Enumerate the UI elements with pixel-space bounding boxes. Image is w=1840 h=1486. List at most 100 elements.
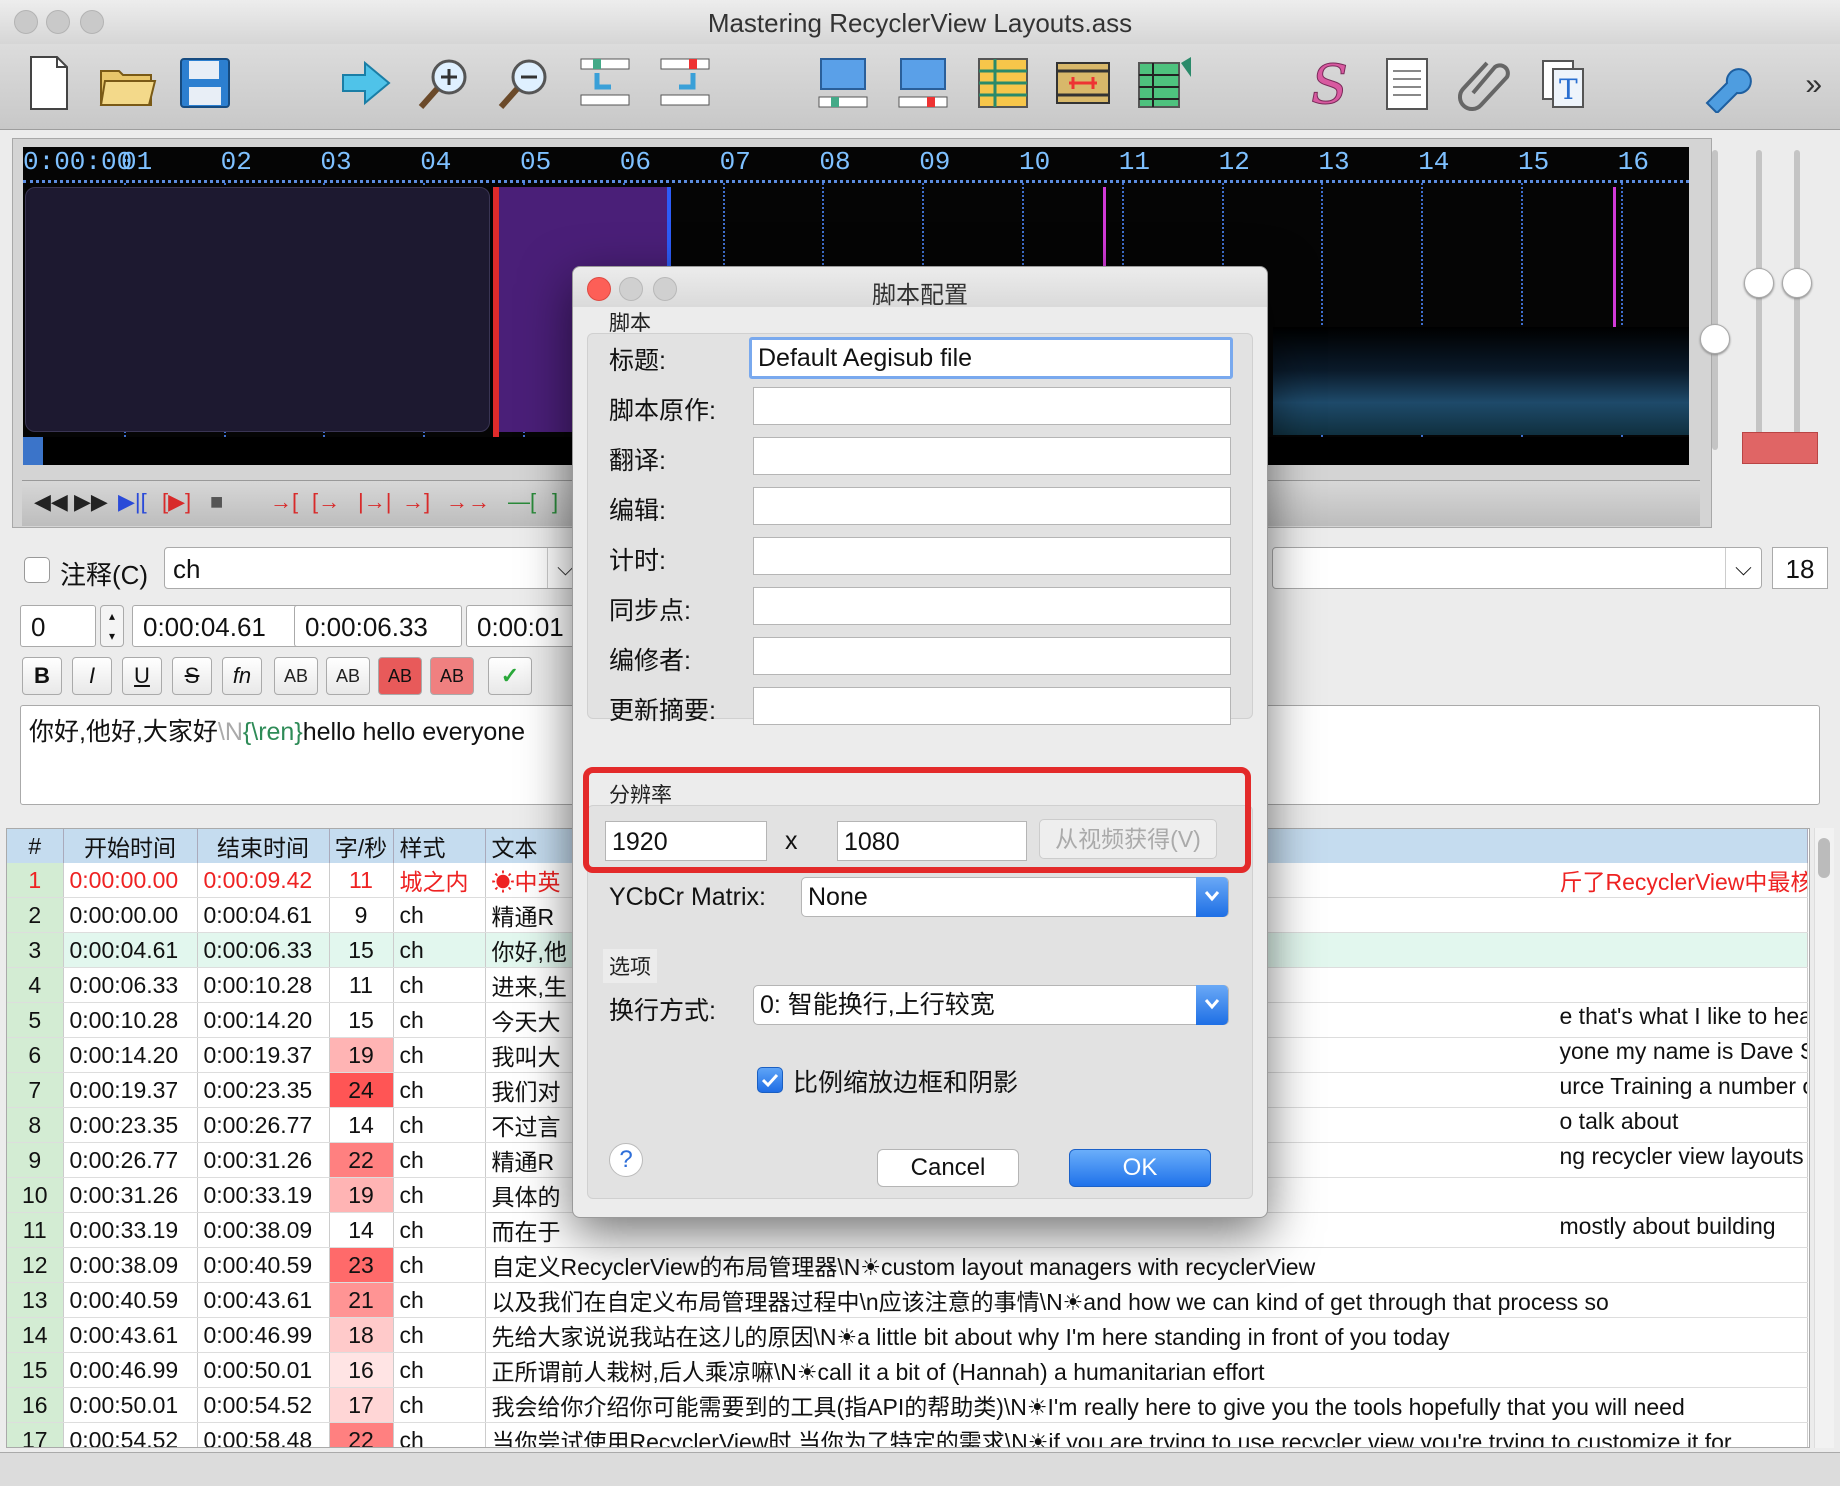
timeline-ruler: 0:00:00 01 02 03 04 05 06 07 08 09 10 11 12 13 14 15 16 [23,147,1689,183]
ycbcr-select[interactable]: None [801,877,1229,917]
play-prev-icon[interactable]: ◀◀ [34,489,68,515]
automation-icon[interactable] [1696,52,1758,114]
col-header-style[interactable]: 样式 [393,829,486,863]
timeline-tick-label: 05 [520,147,552,177]
table-row[interactable]: 16 0:00:50.01 0:00:54.52 17 ch 我会给你介绍你可能需要到的工… [7,1387,1808,1423]
table-row[interactable]: 17 0:00:54.52 0:00:58.48 22 ch 当你尝试使用Recycler… [7,1422,1808,1447]
primary-color-button[interactable]: AB [274,657,318,695]
strikeout-button[interactable]: S [172,657,212,695]
zoom-slider-track[interactable] [1712,150,1718,450]
toolbar-overflow-button[interactable]: » [1805,68,1822,102]
secondary-color-button[interactable]: AB [326,657,370,695]
timing-input[interactable] [753,537,1231,575]
col-header-number[interactable]: # [7,829,64,863]
audio-scroll-thumb[interactable] [23,437,43,465]
play-current-line-icon[interactable]: [▶] [162,489,191,515]
new-file-icon[interactable] [18,52,80,114]
vzoom-slider-knob[interactable] [1782,268,1812,298]
attachments-icon[interactable] [1456,52,1518,114]
play-before-end-icon[interactable]: |→| [358,489,391,515]
row-style: ch [393,1212,486,1248]
lead-in-icon[interactable]: —[ [508,489,536,515]
play-before-icon[interactable]: →[ [270,489,298,515]
comment-checkbox[interactable] [24,557,50,583]
jump-arrow-icon[interactable] [334,52,396,114]
style-value: ch [173,554,201,584]
timeline-tick-label: 10 [1019,147,1051,177]
updated-by-input[interactable] [753,637,1231,675]
editing-input[interactable] [753,487,1231,525]
wrap-style-select[interactable]: 0: 智能换行,上行较宽 [753,985,1229,1025]
open-folder-icon[interactable] [96,52,158,114]
actor-select[interactable]: ⌵ [1272,547,1762,589]
table-row[interactable]: 12 0:00:38.09 0:00:40.59 23 ch 自定义RecyclerVie… [7,1247,1808,1283]
ok-button[interactable]: OK [1069,1149,1211,1187]
play-next-icon[interactable]: ▶▶ [74,489,108,515]
col-header-cps[interactable]: 字/秒 [329,829,394,863]
cancel-button[interactable]: Cancel [877,1149,1019,1187]
audio-grid-icon[interactable] [1132,52,1194,114]
row-cps: 14 [329,1107,394,1143]
col-header-end[interactable]: 结束时间 [197,829,330,863]
volume-slider-track[interactable] [1756,150,1762,450]
start-time-field[interactable]: 0:00:04.61 [132,605,300,647]
translation-input[interactable] [753,437,1231,475]
properties-icon[interactable] [1376,52,1438,114]
video-to-sub-icon[interactable] [812,52,874,114]
stop-icon[interactable]: ■ [210,489,223,515]
jump-to-start-icon[interactable] [574,52,636,114]
update-details-input[interactable] [753,687,1231,725]
underline-button[interactable]: U [122,657,162,695]
layer-field[interactable]: 0 [20,605,96,647]
zoom-in-icon[interactable] [414,52,476,114]
shadow-color-button[interactable]: AB [430,657,474,695]
layer-stepper[interactable]: ▴ ▾ [100,605,124,647]
table-row[interactable]: 13 0:00:40.59 0:00:43.61 21 ch 以及我们在自定义布局管理器过… [7,1282,1808,1318]
commit-check-icon[interactable]: ✓ [488,657,532,695]
link-volume-button[interactable] [1742,432,1818,464]
sync-point-input[interactable] [753,587,1231,625]
margin-field[interactable]: 18 [1772,547,1828,589]
style-select[interactable]: ch ⌵ [164,547,584,589]
col-header-start[interactable]: 开始时间 [63,829,198,863]
sub-to-video-icon[interactable] [892,52,954,114]
help-button[interactable]: ? [609,1143,643,1177]
play-after-start-icon[interactable]: [→ [312,489,340,515]
row-cps: 16 [329,1352,394,1388]
jump-to-end-icon[interactable] [654,52,716,114]
row-text-left: 今天大 [491,1009,561,1035]
grid-scroll-thumb[interactable] [1818,838,1830,878]
outline-color-button[interactable]: AB [378,657,422,695]
from-video-button: 从视频获得(V) [1039,819,1217,859]
table-row[interactable]: 15 0:00:46.99 0:00:50.01 16 ch 正所谓前人栽树,后人乘凉嘛\… [7,1352,1808,1388]
lead-out-icon[interactable]: ] [552,489,558,515]
audio-sliders [1700,150,1830,480]
play-after-icon[interactable]: →] [402,489,430,515]
styles-icon[interactable]: S [1296,52,1358,114]
save-icon[interactable] [174,52,236,114]
video-film-icon[interactable] [1052,52,1114,114]
font-button[interactable]: fn [222,657,262,695]
end-time-field[interactable]: 0:00:06.33 [294,605,462,647]
table-row[interactable]: 14 0:00:43.61 0:00:46.99 18 ch 先给大家说说我站在这儿的原因… [7,1317,1808,1353]
resolution-height-input[interactable]: 1080 [837,821,1027,861]
zoom-out-icon[interactable] [494,52,556,114]
start-marker[interactable] [493,187,499,437]
play-selection-icon[interactable]: ▶|[ [118,489,147,515]
grid-scrollbar[interactable] [1814,828,1834,1448]
subtitle-grid-icon[interactable] [972,52,1034,114]
fonts-collector-icon[interactable]: T [1536,52,1598,114]
dialog-title: 脚本配置 [872,282,968,309]
italic-button[interactable]: I [72,657,112,695]
title-input[interactable]: Default Aegisub file [749,337,1233,379]
zoom-slider-knob[interactable] [1700,324,1730,354]
row-start-time: 0:00:00.00 [63,863,198,898]
volume-slider-knob[interactable] [1744,268,1774,298]
vzoom-slider-track[interactable] [1794,150,1800,450]
resolution-width-input[interactable]: 1920 [605,821,767,861]
row-cps: 17 [329,1387,394,1423]
original-script-input[interactable] [753,387,1231,425]
bold-button[interactable]: B [22,657,62,695]
scale-border-checkbox[interactable] [757,1067,783,1093]
play-to-end-icon[interactable]: →→ [446,489,490,515]
